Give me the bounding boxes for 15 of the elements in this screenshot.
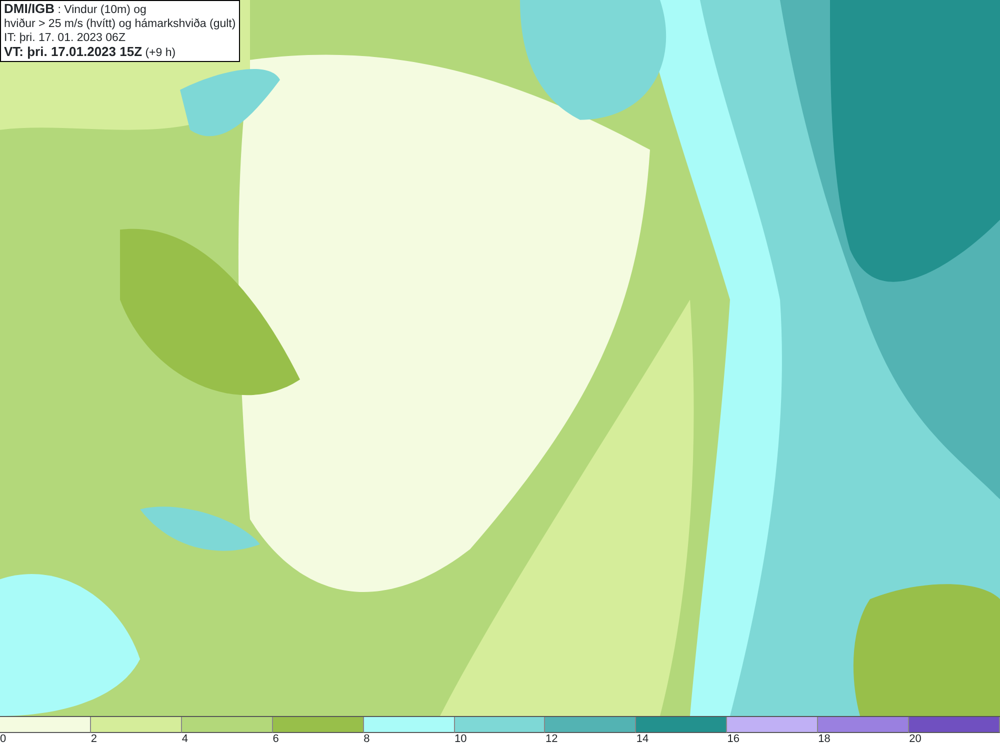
legend-label: 10 [454, 733, 467, 745]
title-line: VT: þri. 17.01.2023 15Z (+9 h) [4, 45, 177, 60]
title-line: hviður > 25 m/s (hvítt) og hámarkshviða (gult) [4, 17, 236, 31]
legend-label: 0 [0, 733, 6, 745]
legend-label: 12 [545, 733, 558, 745]
legend-label: 16 [727, 733, 740, 745]
title-line: DMI/IGB : Vindur (10m) og [4, 2, 148, 17]
legend-label: 14 [636, 733, 649, 745]
legend-label: 4 [182, 733, 188, 745]
legend-label: 6 [272, 733, 279, 745]
legend-label: 2 [90, 733, 98, 745]
legend-label: 18 [818, 733, 830, 745]
legend-label: 8 [364, 733, 370, 745]
legend-label: 20 [909, 733, 922, 745]
title-line: IT: þri. 17. 01. 2023 06Z [4, 31, 126, 45]
